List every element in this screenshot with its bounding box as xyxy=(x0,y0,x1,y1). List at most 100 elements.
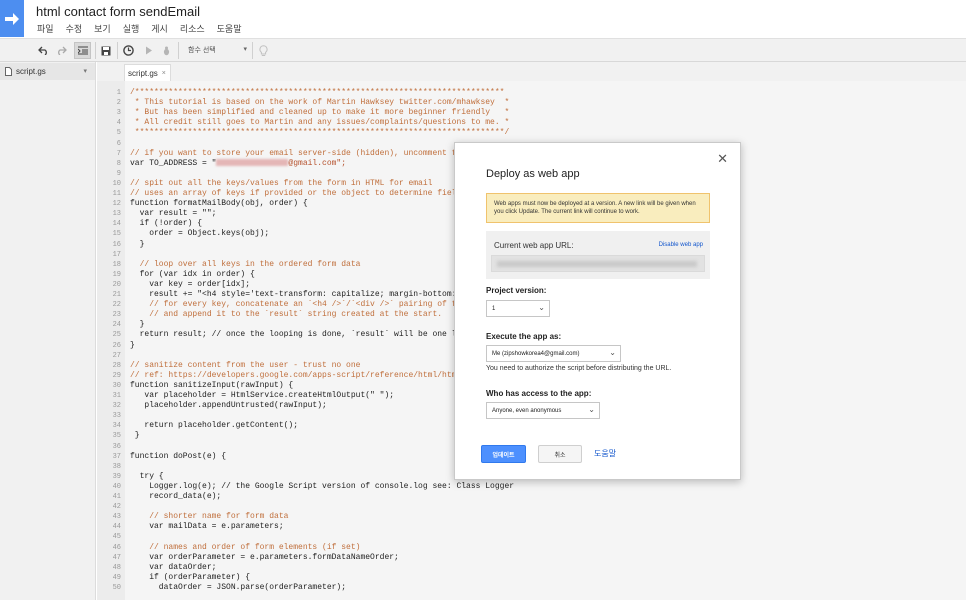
code-content: record_data(e); xyxy=(130,492,222,501)
undo-icon[interactable] xyxy=(36,42,50,59)
code-text: // for every key, concatenate an `<h4 />… xyxy=(130,300,466,310)
update-button[interactable]: 업데이트 xyxy=(481,445,526,463)
code-content: // and append it to the `result` string … xyxy=(130,310,443,320)
function-select[interactable]: 함수 선택 ▾ xyxy=(184,41,250,59)
line-number: 21 xyxy=(112,291,121,299)
indent-icon[interactable] xyxy=(74,42,91,59)
code-text: } xyxy=(130,431,140,441)
close-icon[interactable]: ✕ xyxy=(717,151,728,167)
code-content: try { xyxy=(130,471,164,481)
authorize-note: You need to authorize the script before … xyxy=(486,365,672,372)
code-content: function sanitizeInput(rawInput) { xyxy=(130,380,294,390)
menu-file[interactable]: 파일 xyxy=(37,22,54,35)
code-content: // uses an array of keys if provided or … xyxy=(130,189,462,198)
triggers-clock-icon[interactable] xyxy=(121,42,136,59)
line-number: 41 xyxy=(112,493,121,501)
cancel-button[interactable]: 취소 xyxy=(538,445,582,463)
code-text: var orderParameter = e.parameters.formDa… xyxy=(130,553,399,563)
disable-web-app-link[interactable]: Disable web app xyxy=(659,242,703,248)
chevron-down-icon[interactable]: ▾ xyxy=(83,67,87,75)
apps-script-logo[interactable] xyxy=(0,0,24,37)
file-item-script-gs[interactable]: script.gs ▾ xyxy=(0,63,95,80)
line-number: 34 xyxy=(112,422,121,431)
code-text: dataOrder = JSON.parse(orderParameter); xyxy=(130,583,346,593)
line-number: 33 xyxy=(112,412,121,421)
run-play-icon[interactable] xyxy=(143,42,155,59)
menu-view[interactable]: 보기 xyxy=(94,22,111,35)
toolbar-divider xyxy=(178,42,179,59)
menu-help[interactable]: 도움말 xyxy=(217,22,242,35)
code-content: var placeholder = HtmlService.createHtml… xyxy=(130,391,395,400)
tab-label: script.gs xyxy=(128,68,158,78)
code-text: if (!order) { xyxy=(130,219,202,229)
line-number: 38 xyxy=(112,462,121,471)
line-number: 50 xyxy=(112,583,121,592)
menu-edit[interactable]: 수정 xyxy=(66,22,83,35)
current-url-field[interactable] xyxy=(491,255,705,272)
line-number: 28 xyxy=(112,361,121,370)
code-text: // ref: https://developers.google.com/ap… xyxy=(130,371,466,381)
redo-icon[interactable] xyxy=(54,42,68,59)
line-number: 7 xyxy=(116,149,121,158)
code-content: order = Object.keys(obj); xyxy=(130,229,270,239)
execute-as-label: Execute the app as: xyxy=(486,332,562,341)
menu-publish[interactable]: 게시 xyxy=(151,22,168,35)
debug-bug-icon[interactable] xyxy=(160,42,172,59)
project-version-select[interactable]: 1 ⌄ xyxy=(486,300,550,317)
code-text: if (orderParameter) { xyxy=(130,573,250,583)
help-link[interactable]: 도움말 xyxy=(594,448,616,459)
code-content: result += "<h4 style='text-transform: ca… xyxy=(130,290,467,299)
current-url-label: Current web app URL: xyxy=(494,241,574,250)
lightbulb-icon[interactable] xyxy=(256,42,270,59)
toolbar-divider xyxy=(117,42,118,59)
code-content: * This tutorial is based on the work of … xyxy=(130,98,510,108)
code-text: function doPost(e) { xyxy=(130,452,226,462)
line-number: 47 xyxy=(112,553,121,562)
code-content: * All credit still goes to Martin and an… xyxy=(130,118,510,128)
code-content: function doPost(e) { xyxy=(130,451,227,461)
menu-run[interactable]: 실행 xyxy=(123,22,140,35)
code-content: // spit out all the keys/values from the… xyxy=(130,178,433,188)
code-text: } xyxy=(130,341,135,351)
line-number: 8 xyxy=(116,159,121,168)
line-number: 1 xyxy=(116,89,121,97)
code-content: // shorter name for form data xyxy=(130,512,289,522)
line-number: 44 xyxy=(112,523,121,532)
redacted-url xyxy=(497,261,697,267)
tab-script-gs[interactable]: script.gs × xyxy=(124,64,171,81)
toolbar-divider xyxy=(252,42,253,59)
project-title[interactable]: html contact form sendEmail xyxy=(36,4,200,19)
line-number: 31 xyxy=(112,392,121,400)
close-tab-icon[interactable]: × xyxy=(162,70,166,77)
line-number: 39 xyxy=(112,472,121,481)
code-text: for (var idx in order) { xyxy=(130,270,255,280)
code-text: var mailData = e.parameters; xyxy=(130,522,283,532)
line-number: 25 xyxy=(112,331,121,340)
line-number: 18 xyxy=(112,260,121,269)
code-content: for (var idx in order) { xyxy=(130,269,255,279)
toolbar: 함수 선택 ▾ xyxy=(0,38,966,62)
current-url-section: Current web app URL: Disable web app xyxy=(486,231,710,279)
code-content: Logger.log(e); // the Google Script vers… xyxy=(130,481,515,491)
menu-resources[interactable]: 리소스 xyxy=(180,22,205,35)
code-text: var dataOrder; xyxy=(130,563,216,573)
file-panel: script.gs ▾ xyxy=(0,62,96,600)
line-number: 30 xyxy=(112,381,121,390)
line-number: 20 xyxy=(112,280,121,289)
code-content: if (!order) { xyxy=(130,219,203,229)
chevron-down-icon: ⌄ xyxy=(588,405,595,414)
code-text: Logger.log(e); // the Google Script vers… xyxy=(130,482,514,492)
code-content: // for every key, concatenate an `<h4 />… xyxy=(130,300,467,310)
line-number: 43 xyxy=(112,513,121,522)
save-icon[interactable] xyxy=(99,42,113,59)
line-number: 13 xyxy=(112,210,121,219)
access-select[interactable]: Anyone, even anonymous ⌄ xyxy=(486,402,600,419)
execute-as-select[interactable]: Me (zipshowkorea4@gmail.com) ⌄ xyxy=(486,345,621,362)
file-name: script.gs xyxy=(16,67,46,76)
line-number: 49 xyxy=(112,573,121,582)
line-number: 6 xyxy=(116,139,121,148)
line-number: 14 xyxy=(112,220,121,229)
line-number: 3 xyxy=(116,109,121,118)
line-number: 9 xyxy=(116,169,121,178)
line-number: 15 xyxy=(112,230,121,239)
